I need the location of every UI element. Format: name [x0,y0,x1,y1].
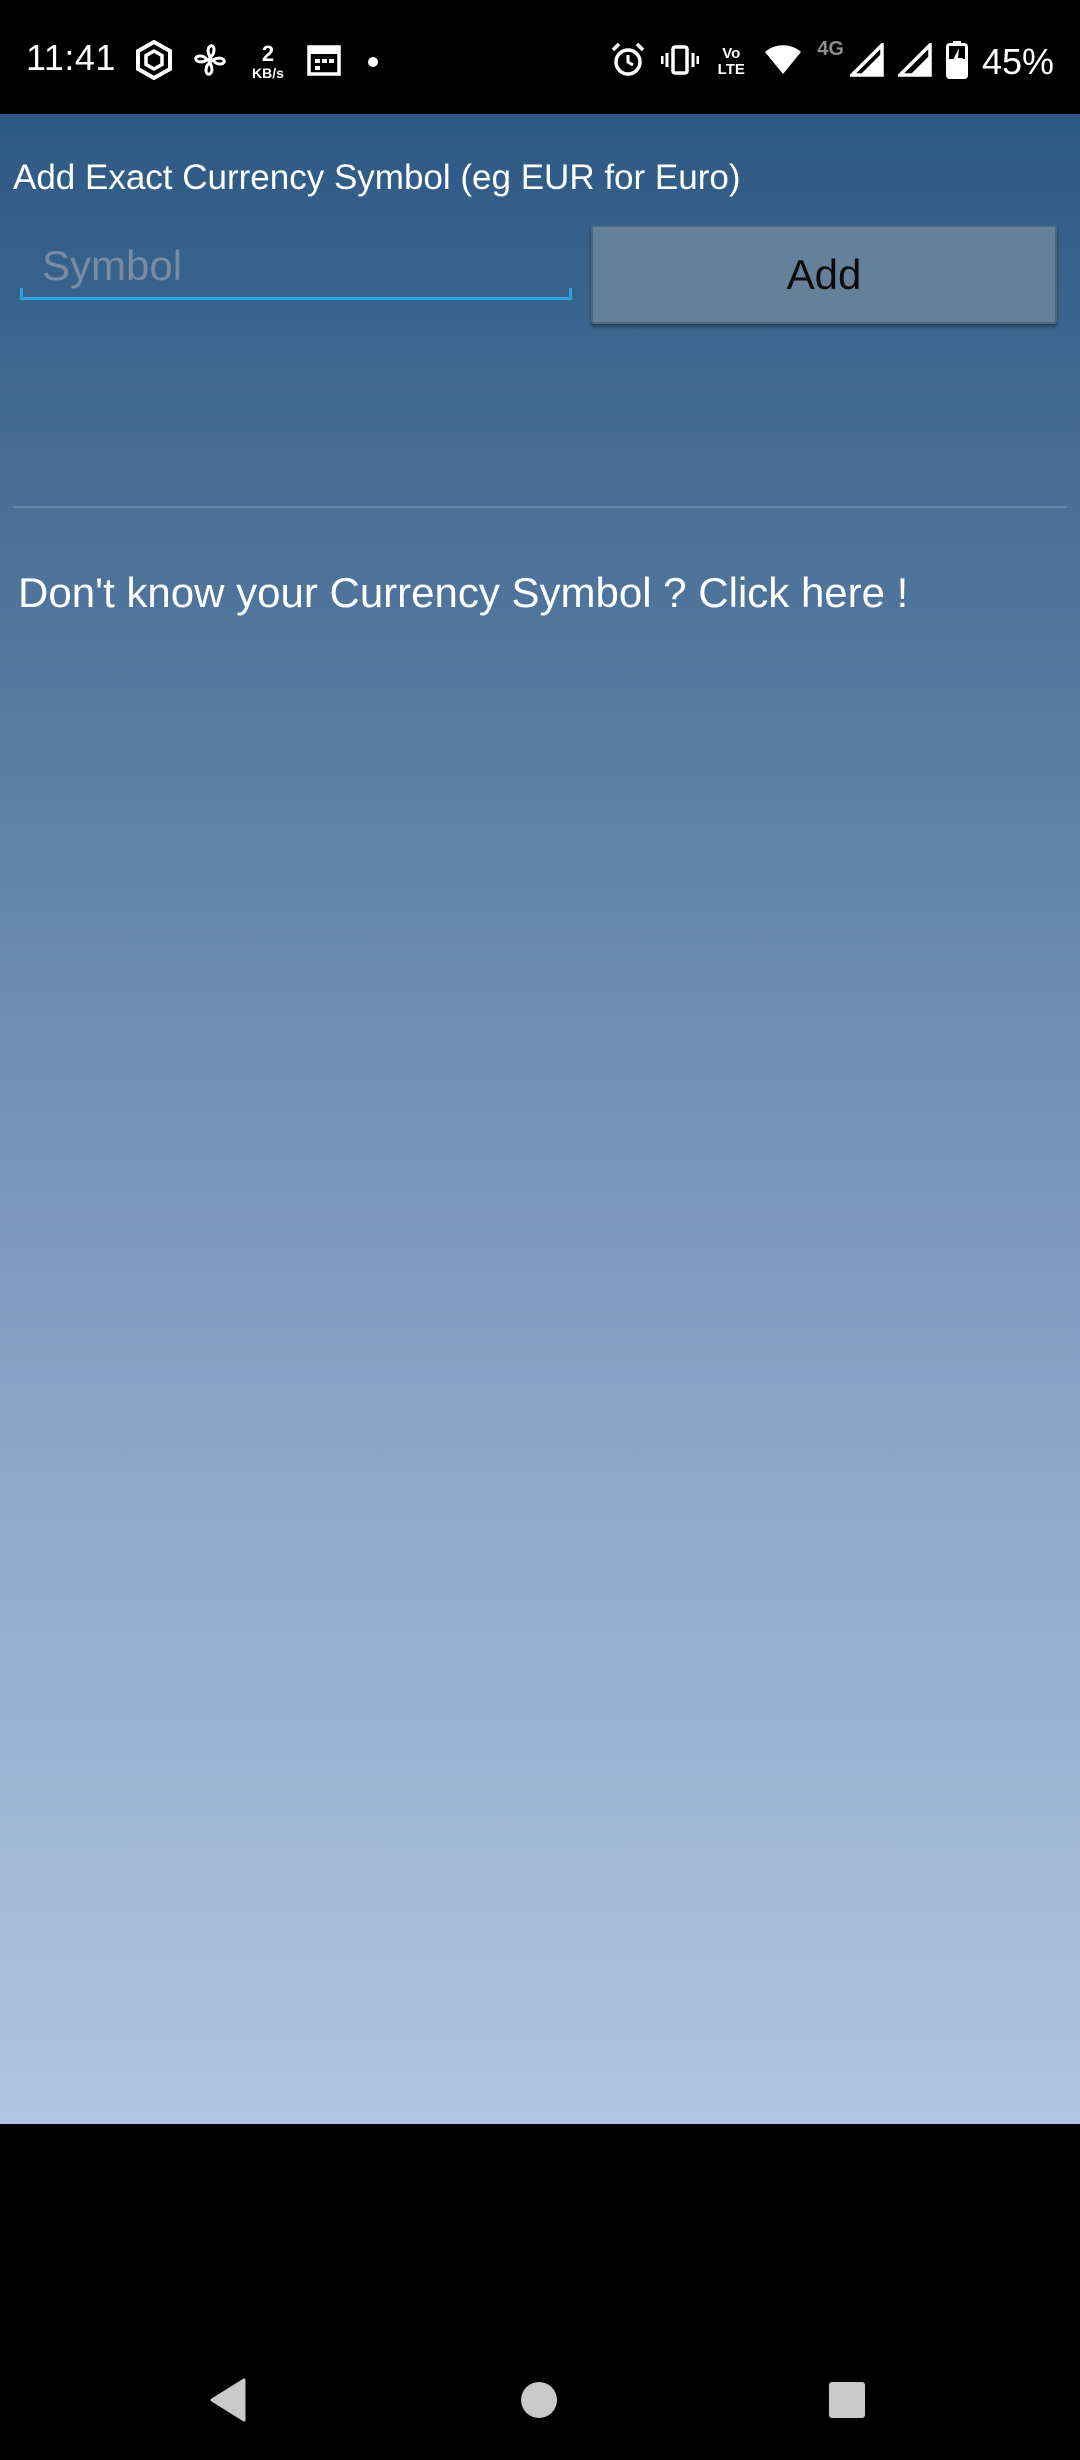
alarm-icon [609,41,647,84]
recents-icon[interactable] [817,2370,877,2430]
signal-icon [847,40,884,82]
currency-symbol-help-link[interactable]: Don't know your Currency Symbol ? Click … [18,569,908,617]
volte-bottom-label: LTE [717,61,745,78]
battery-percent: 45% [981,41,1054,82]
input-underline-right-edge [569,288,572,300]
network-type-label: 4G [817,38,844,60]
volte-icon: Vo LTE [713,46,749,78]
home-icon[interactable] [509,2370,569,2430]
instruction-label: Add Exact Currency Symbol (eg EUR for Eu… [13,158,741,197]
notification-dot-icon [368,57,378,67]
status-bar: 11:41 2 KB/s Vo LTE 4G 45% [0,0,1080,114]
divider [13,506,1067,508]
back-icon[interactable] [198,2370,258,2430]
wifi-icon [763,42,803,83]
volte-top-label: Vo [722,45,741,62]
add-button[interactable]: Add [591,225,1057,324]
symbol-input[interactable] [20,240,572,300]
input-underline-left-edge [20,288,23,300]
signal-icon [895,40,932,82]
calendar-icon [306,42,342,83]
add-currency-screen: Add Exact Currency Symbol (eg EUR for Eu… [0,114,1080,2124]
net-speed-indicator: 2 KB/s [246,41,290,82]
battery-charging-icon [945,40,968,84]
status-time: 11:41 [26,37,116,78]
hexagon-app-icon [134,39,174,85]
net-speed-unit: KB/s [252,65,284,81]
net-speed-value: 2 [261,41,275,66]
fan-icon [190,40,230,85]
status-right-icons: Vo LTE 4G 45% [609,38,1054,84]
status-left-icons: 2 KB/s [134,39,378,85]
vibrate-icon [660,41,700,84]
